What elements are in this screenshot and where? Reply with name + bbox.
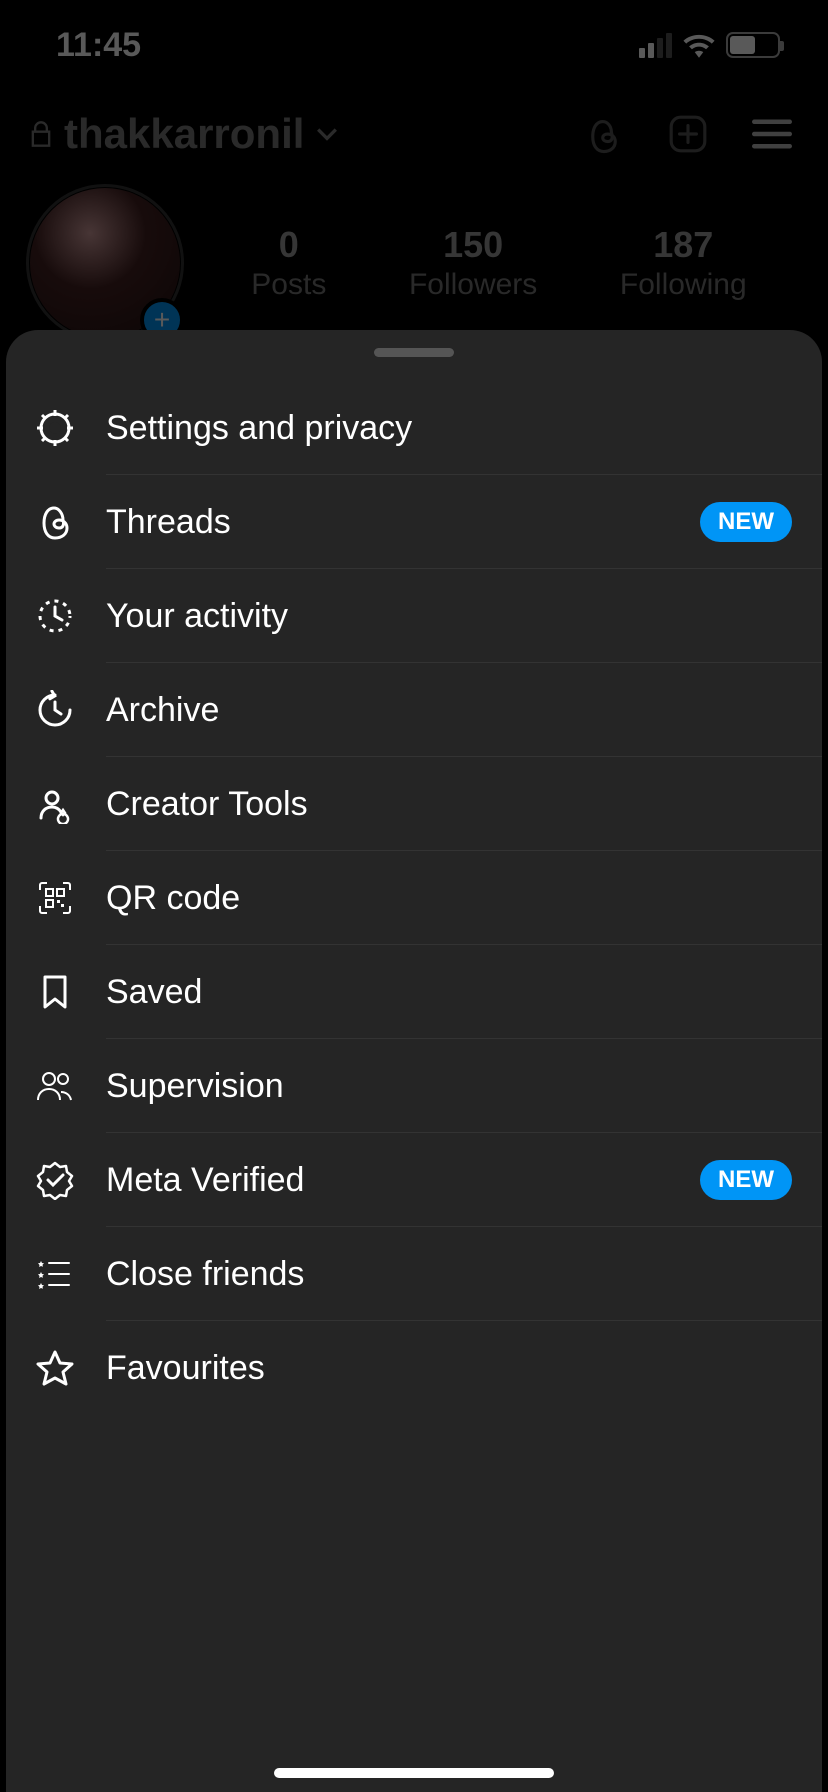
menu-saved[interactable]: Saved xyxy=(6,945,822,1039)
menu-sheet: Settings and privacy Threads NEW Your ac… xyxy=(6,330,822,1792)
close-friends-icon xyxy=(32,1251,78,1297)
menu-item-label: Your activity xyxy=(106,597,792,636)
star-icon xyxy=(32,1345,78,1391)
sheet-grabber[interactable] xyxy=(374,348,454,357)
menu-qr-code[interactable]: QR code xyxy=(6,851,822,945)
menu-favourites[interactable]: Favourites xyxy=(6,1321,822,1415)
menu-item-label: Favourites xyxy=(106,1349,792,1388)
threads-icon xyxy=(32,499,78,545)
menu-item-label: QR code xyxy=(106,879,792,918)
menu-creator-tools[interactable]: Creator Tools xyxy=(6,757,822,851)
menu-item-label: Close friends xyxy=(106,1255,792,1294)
archive-icon xyxy=(32,687,78,733)
menu-item-label: Supervision xyxy=(106,1067,792,1106)
menu-supervision[interactable]: Supervision xyxy=(6,1039,822,1133)
gear-icon xyxy=(32,405,78,451)
menu-item-label: Saved xyxy=(106,973,792,1012)
activity-icon xyxy=(32,593,78,639)
menu-list: Settings and privacy Threads NEW Your ac… xyxy=(6,381,822,1415)
menu-item-label: Creator Tools xyxy=(106,785,792,824)
menu-meta-verified[interactable]: Meta Verified NEW xyxy=(6,1133,822,1227)
new-badge: NEW xyxy=(700,502,792,542)
menu-item-label: Archive xyxy=(106,691,792,730)
supervision-icon xyxy=(32,1063,78,1109)
menu-archive[interactable]: Archive xyxy=(6,663,822,757)
menu-threads[interactable]: Threads NEW xyxy=(6,475,822,569)
menu-settings-privacy[interactable]: Settings and privacy xyxy=(6,381,822,475)
menu-item-label: Settings and privacy xyxy=(106,409,792,448)
menu-close-friends[interactable]: Close friends xyxy=(6,1227,822,1321)
menu-your-activity[interactable]: Your activity xyxy=(6,569,822,663)
menu-item-label: Threads xyxy=(106,503,700,542)
new-badge: NEW xyxy=(700,1160,792,1200)
creator-icon xyxy=(32,781,78,827)
verified-icon xyxy=(32,1157,78,1203)
bookmark-icon xyxy=(32,969,78,1015)
home-indicator[interactable] xyxy=(274,1768,554,1778)
menu-item-label: Meta Verified xyxy=(106,1161,700,1200)
qr-icon xyxy=(32,875,78,921)
